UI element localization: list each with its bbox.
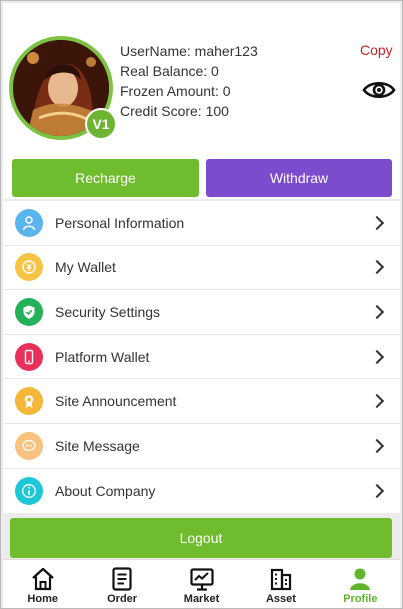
profile-menu: Personal Information My Wallet Security … [3, 201, 400, 514]
menu-item-site-message[interactable]: Site Message [3, 424, 400, 469]
nav-label: Asset [265, 593, 296, 605]
app-frame: V1 UserName: maher123 Real Balance: 0 Fr… [0, 0, 403, 609]
profile-header: V1 UserName: maher123 Real Balance: 0 Fr… [3, 3, 400, 199]
vip-level-badge: V1 [85, 108, 117, 140]
nav-label: Home [27, 593, 58, 605]
market-chart-icon [189, 568, 214, 591]
home-icon [31, 567, 54, 591]
menu-item-my-wallet[interactable]: My Wallet [3, 246, 400, 291]
menu-item-label: My Wallet [55, 259, 116, 276]
bottom-nav: Home Order Market Asset Profile [3, 559, 400, 608]
withdraw-button[interactable]: Withdraw [206, 159, 392, 197]
account-info: UserName: maher123 Real Balance: 0 Froze… [120, 41, 258, 121]
menu-item-platform-wallet[interactable]: Platform Wallet [3, 335, 400, 380]
menu-item-label: Site Announcement [55, 393, 177, 410]
logout-button[interactable]: Logout [10, 518, 392, 558]
nav-item-home[interactable]: Home [3, 560, 82, 608]
menu-item-label: Platform Wallet [55, 348, 150, 365]
nav-item-asset[interactable]: Asset [241, 560, 320, 608]
chevron-right-icon [369, 394, 385, 409]
recharge-button[interactable]: Recharge [12, 159, 199, 197]
phone-icon [15, 342, 43, 371]
menu-item-site-announcement[interactable]: Site Announcement [3, 379, 400, 424]
chevron-right-icon [369, 260, 385, 275]
shield-check-icon [15, 297, 43, 326]
nav-label: Order [107, 593, 138, 605]
nav-label: Market [183, 593, 220, 605]
profile-icon [350, 568, 371, 590]
username-text: UserName: maher123 [120, 43, 258, 59]
chevron-right-icon [369, 304, 385, 320]
chat-bubble-icon [15, 431, 43, 460]
nav-label: Profile [343, 593, 378, 605]
eye-icon[interactable] [362, 79, 396, 101]
menu-item-label: Site Message [55, 437, 140, 454]
user-icon [15, 208, 43, 237]
order-list-icon [112, 567, 132, 591]
asset-building-icon [270, 568, 292, 591]
menu-item-label: About Company [55, 482, 156, 499]
award-icon [15, 387, 43, 416]
copy-button[interactable]: Copy [360, 42, 393, 58]
nav-item-profile[interactable]: Profile [321, 560, 400, 608]
frozen-amount-text: Frozen Amount: 0 [120, 83, 231, 99]
nav-item-market[interactable]: Market [162, 560, 241, 608]
chevron-right-icon [369, 349, 385, 364]
wallet-coin-icon [15, 253, 43, 282]
chevron-right-icon [369, 215, 385, 230]
menu-item-label: Security Settings [55, 303, 161, 320]
menu-item-label: Personal Information [55, 214, 185, 231]
menu-item-security-settings[interactable]: Security Settings [3, 290, 400, 335]
nav-item-order[interactable]: Order [82, 560, 161, 608]
credit-score-text: Credit Score: 100 [120, 103, 229, 119]
real-balance-text: Real Balance: 0 [120, 63, 219, 79]
menu-item-personal-information[interactable]: Personal Information [3, 201, 400, 246]
menu-item-about-company[interactable]: About Company [3, 469, 400, 514]
chevron-right-icon [369, 438, 385, 453]
info-icon [15, 476, 43, 505]
chevron-right-icon [369, 483, 385, 498]
